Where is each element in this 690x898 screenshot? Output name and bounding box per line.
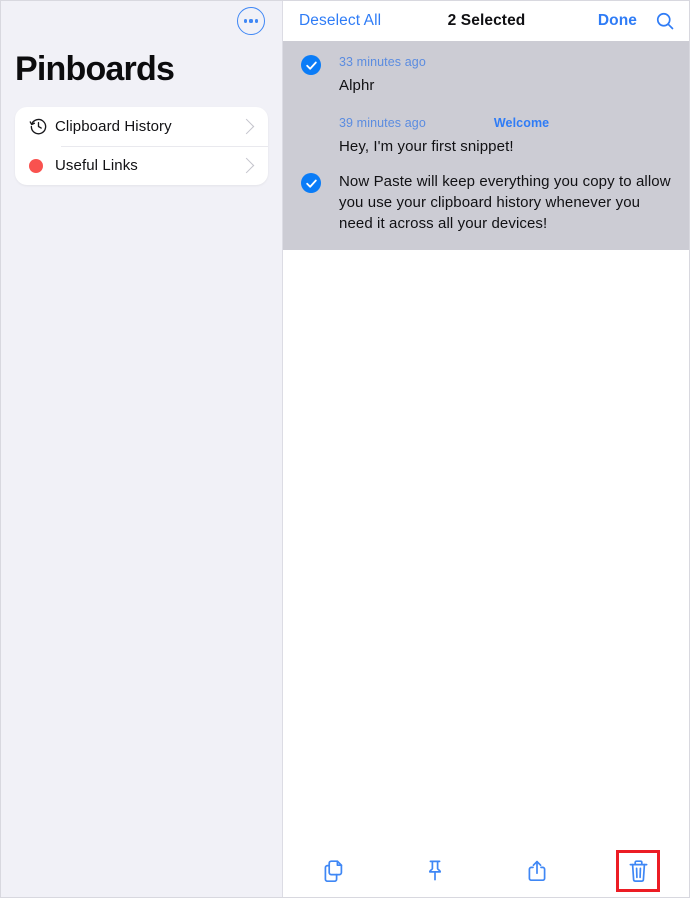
- pinboards-list: Clipboard History Useful Links: [15, 107, 268, 185]
- snippet-meta: 33 minutes ago: [339, 55, 675, 69]
- snippet-item[interactable]: Now Paste will keep everything you copy …: [283, 171, 689, 234]
- pin-icon: [424, 859, 446, 884]
- search-icon[interactable]: [655, 11, 675, 31]
- snippet-text: Alphr: [339, 77, 375, 94]
- delete-button[interactable]: [588, 845, 690, 897]
- snippet-item[interactable]: 39 minutes ago Welcome Hey, I'm your fir…: [283, 116, 689, 157]
- more-options-button[interactable]: [237, 7, 265, 35]
- snippet-item[interactable]: 33 minutes ago Alphr: [283, 55, 689, 96]
- share-upload-icon: [526, 859, 548, 884]
- sidebar-toolbar: [1, 1, 282, 41]
- content-pane: Deselect All 2 Selected Done 33 minutes …: [283, 1, 689, 897]
- sidebar-item-label: Useful Links: [55, 157, 138, 174]
- navigation-bar: Deselect All 2 Selected Done: [283, 1, 689, 41]
- app-window: Pinboards Clipboard History Useful Links…: [0, 0, 690, 898]
- more-dot: [243, 19, 247, 23]
- bottom-toolbar: [283, 845, 689, 897]
- sidebar-item-useful-links[interactable]: Useful Links: [15, 146, 268, 185]
- done-button[interactable]: Done: [598, 12, 637, 30]
- snippet-timestamp: 33 minutes ago: [339, 55, 426, 69]
- checkmark-icon[interactable]: [301, 55, 321, 75]
- sidebar: Pinboards Clipboard History Useful Links: [1, 1, 282, 897]
- page-title: Pinboards: [15, 50, 175, 88]
- red-dot-icon: [29, 158, 55, 173]
- snippet-text: Hey, I'm your first snippet!: [339, 138, 514, 155]
- selection-count-title: 2 Selected: [447, 12, 526, 29]
- empty-content-area: [283, 250, 689, 845]
- snippet-text: Now Paste will keep everything you copy …: [339, 173, 671, 232]
- sidebar-item-clipboard-history[interactable]: Clipboard History: [15, 107, 268, 146]
- snippet-meta: 39 minutes ago Welcome: [339, 116, 675, 130]
- checkmark-icon[interactable]: [301, 173, 321, 193]
- selected-snippets-region: 33 minutes ago Alphr 39 minutes ago Welc…: [283, 41, 689, 250]
- snippet-timestamp: 39 minutes ago: [339, 116, 426, 130]
- share-button[interactable]: [486, 845, 588, 897]
- trash-icon: [628, 859, 649, 884]
- pin-button[interactable]: [385, 845, 487, 897]
- more-dot: [249, 19, 253, 23]
- sidebar-item-label: Clipboard History: [55, 118, 172, 135]
- chevron-right-icon: [238, 157, 255, 174]
- snippet-tag: Welcome: [493, 116, 550, 130]
- clock-history-icon: [29, 117, 55, 136]
- chevron-right-icon: [238, 118, 255, 135]
- copy-button[interactable]: [283, 845, 385, 897]
- more-dot: [255, 19, 259, 23]
- copy-documents-icon: [322, 859, 346, 884]
- deselect-all-button[interactable]: Deselect All: [299, 12, 381, 30]
